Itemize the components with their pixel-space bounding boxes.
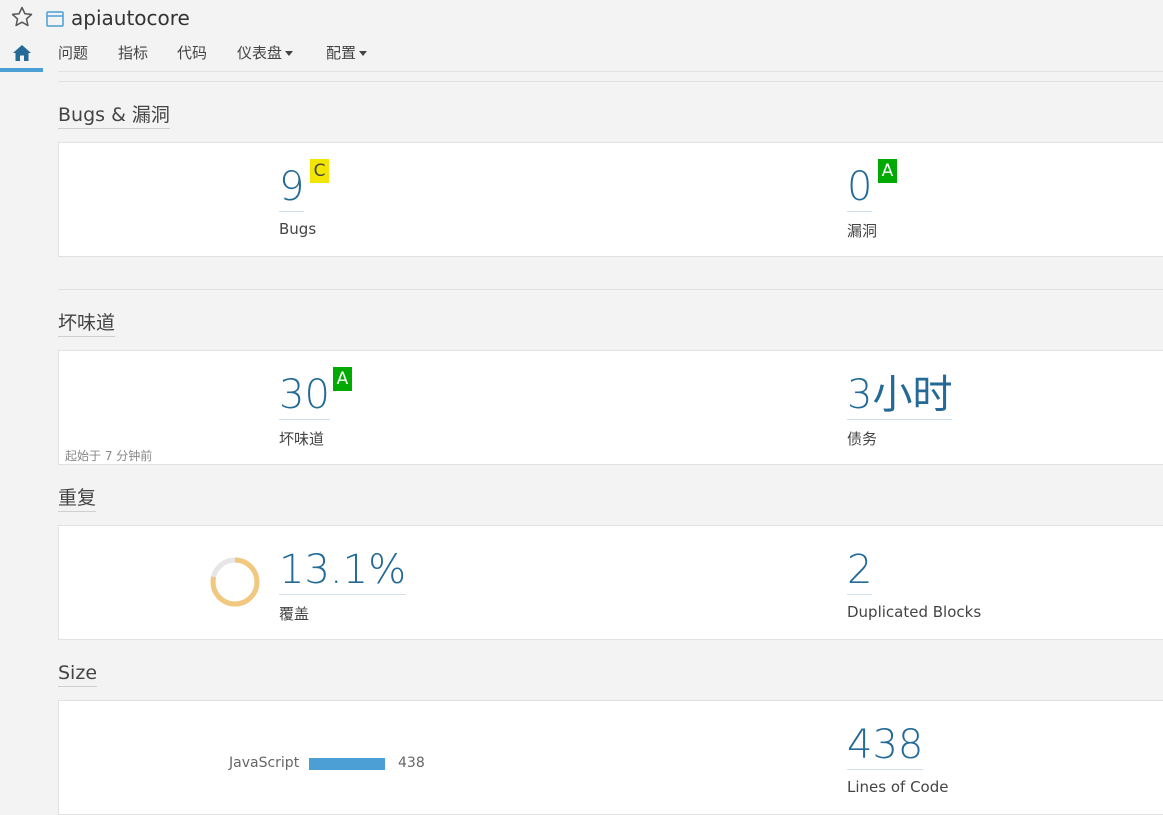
duplications-label: 覆盖	[279, 605, 310, 623]
nav-code[interactable]: 代码	[177, 42, 207, 63]
section-title-bugs: Bugs & 漏洞	[58, 103, 170, 129]
bugs-label: Bugs	[279, 220, 317, 238]
project-icon	[46, 11, 64, 27]
home-icon	[13, 45, 31, 61]
code-smells-rating-badge[interactable]: A	[333, 367, 352, 391]
code-smells-value[interactable]: 30	[279, 371, 330, 420]
project-nav: 问题 指标 代码 仪表盘 配置	[0, 40, 1163, 72]
vulnerabilities-value[interactable]: 0	[847, 163, 873, 212]
nav-measures[interactable]: 指标	[118, 42, 148, 63]
language-label: JavaScript	[229, 755, 300, 771]
chevron-down-icon	[359, 51, 368, 56]
bugs-rating-badge[interactable]: C	[310, 159, 329, 183]
section-title-code-smells: 坏味道	[58, 311, 116, 337]
code-smells-card: 30 A 坏味道 3小时 债务 起始于 7 分钟前	[58, 350, 1163, 465]
lines-of-code-label: Lines of Code	[847, 778, 949, 796]
divider	[58, 81, 1163, 82]
debt-value[interactable]: 3小时	[847, 371, 953, 420]
analysis-since-text: 起始于 7 分钟前	[65, 449, 153, 463]
duplicated-blocks-label: Duplicated Blocks	[847, 603, 982, 621]
duplications-value[interactable]: 13.1%	[279, 546, 407, 595]
section-title-size: Size	[58, 661, 98, 687]
lines-of-code-value[interactable]: 438	[847, 721, 924, 770]
nav-dashboards-label: 仪表盘	[237, 44, 283, 62]
chevron-down-icon	[285, 51, 294, 56]
debt-label: 债务	[847, 430, 878, 448]
vulnerabilities-label: 漏洞	[847, 222, 878, 240]
size-card: JavaScript 438 438 Lines of Code	[58, 700, 1163, 815]
project-name[interactable]: apiautocore	[71, 6, 190, 30]
divider	[58, 289, 1163, 290]
nav-issues[interactable]: 问题	[58, 42, 88, 63]
top-bar: apiautocore 问题 指标 代码 仪表盘 配置	[0, 0, 1163, 72]
star-outline-icon[interactable]	[10, 5, 34, 29]
language-value[interactable]: 438	[398, 755, 425, 771]
code-smells-label: 坏味道	[279, 430, 325, 448]
duplicated-blocks-value[interactable]: 2	[847, 546, 873, 595]
language-bar	[309, 758, 385, 770]
vulnerabilities-rating-badge[interactable]: A	[878, 159, 897, 183]
nav-separator	[58, 71, 1163, 72]
duplications-card: 13.1% 覆盖 2 Duplicated Blocks	[58, 525, 1163, 640]
nav-administration-label: 配置	[326, 44, 357, 62]
nav-home[interactable]	[0, 40, 43, 72]
nav-administration[interactable]: 配置	[326, 42, 368, 63]
duplications-donut-chart	[210, 557, 260, 607]
nav-dashboards[interactable]: 仪表盘	[237, 42, 294, 63]
bugs-value[interactable]: 9	[279, 163, 305, 212]
bugs-card: 9 C Bugs 0 A 漏洞	[58, 142, 1163, 257]
section-title-duplications: 重复	[58, 486, 97, 512]
